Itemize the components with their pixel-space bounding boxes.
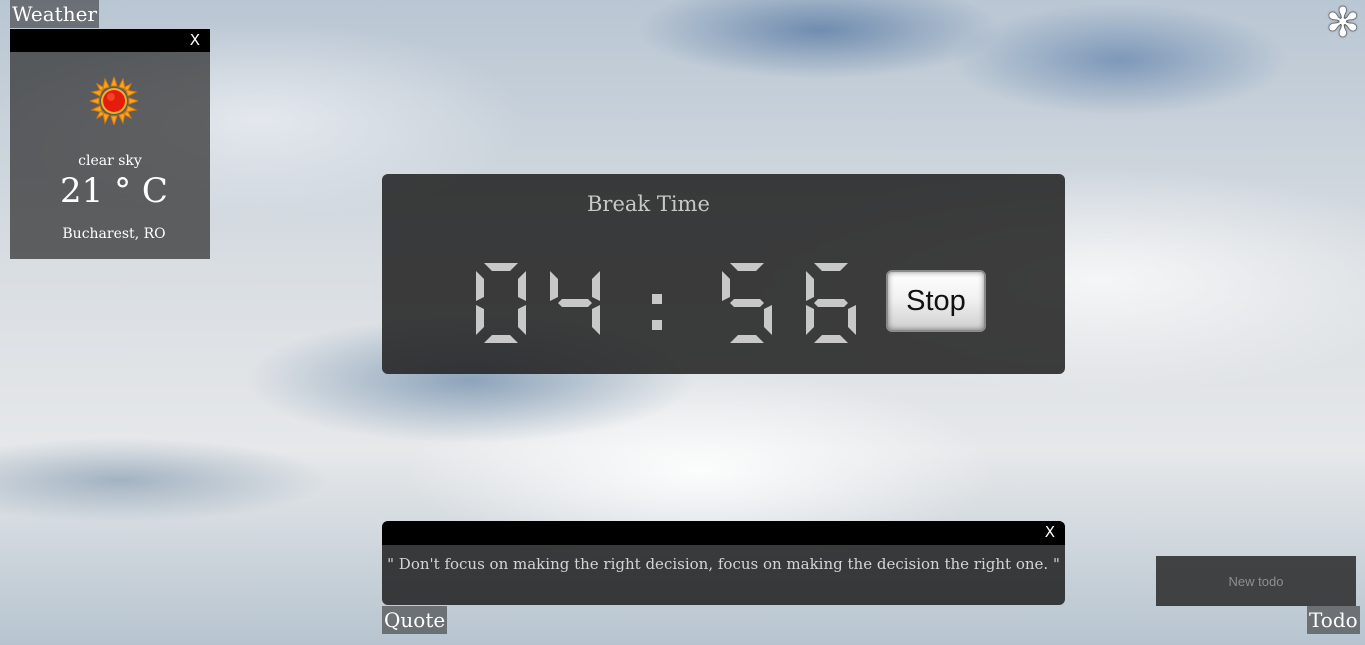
digit-segment — [806, 305, 814, 335]
digit-segment — [550, 271, 558, 301]
minutes-tens-digit — [476, 263, 526, 343]
digit-segment — [592, 305, 600, 335]
minutes-ones-digit — [550, 271, 600, 335]
weather-temperature: 21 ° C — [60, 171, 168, 211]
digit-segment — [814, 335, 848, 343]
digit-segment — [592, 271, 600, 301]
quote-text: " Don't focus on making the right decisi… — [387, 555, 1060, 573]
digit-segment — [484, 335, 518, 343]
sun-icon — [90, 77, 138, 125]
new-todo-input[interactable] — [1156, 556, 1356, 606]
digit-segment — [764, 305, 772, 335]
colon-dot — [652, 320, 662, 330]
timer-colon — [652, 294, 662, 330]
digit-segment — [476, 305, 484, 335]
digit-segment — [476, 271, 484, 301]
seconds-tens-digit — [722, 263, 772, 343]
weather-close-button[interactable]: X — [190, 29, 200, 52]
quote-title-bar: X — [382, 521, 1065, 545]
weather-title-bar: X — [10, 29, 210, 52]
stop-button[interactable]: Stop — [886, 270, 986, 332]
weather-condition: clear sky — [78, 153, 142, 169]
quote-widget: X " Don't focus on making the right deci… — [382, 521, 1065, 605]
digit-segment — [814, 299, 848, 307]
quote-close-button[interactable]: X — [1045, 521, 1055, 544]
timer-mode-label: Break Time — [587, 192, 710, 216]
digit-segment — [848, 305, 856, 335]
timer-display — [476, 263, 856, 343]
digit-segment — [730, 299, 764, 307]
colon-dot — [652, 294, 662, 304]
weather-location: Bucharest, RO — [62, 226, 166, 242]
digit-segment — [558, 299, 592, 307]
digit-segment — [518, 271, 526, 301]
digit-segment — [518, 305, 526, 335]
quote-tab[interactable]: Quote — [382, 606, 448, 634]
seconds-ones-digit — [806, 263, 856, 343]
weather-widget: X clear sky 21 ° C Bucharest, RO — [10, 29, 210, 259]
gear-icon[interactable]: ✻ — [1326, 3, 1360, 43]
digit-segment — [722, 271, 730, 301]
todo-tab[interactable]: Todo — [1307, 606, 1360, 634]
digit-segment — [806, 271, 814, 301]
digit-segment — [730, 263, 764, 271]
timer-panel: Break Time Stop — [382, 174, 1065, 374]
digit-segment — [730, 335, 764, 343]
digit-segment — [484, 263, 518, 271]
digit-segment — [814, 263, 848, 271]
weather-tab[interactable]: Weather — [10, 0, 99, 28]
todo-box — [1156, 556, 1356, 606]
